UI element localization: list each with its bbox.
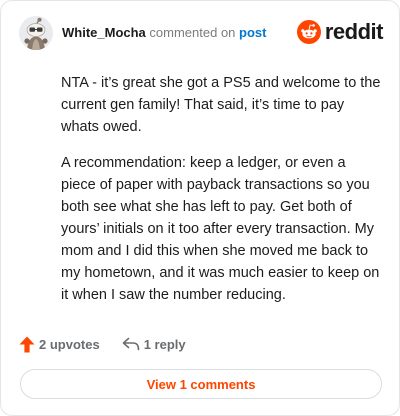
comment-embed-card: White_Mocha commented on post reddit NTA… [0,0,400,416]
upvote-arrow-icon [19,336,35,352]
comment-actions: 2 upvotes 1 reply [19,333,186,355]
reply-arrow-icon [122,337,139,351]
reddit-logo-icon [296,20,321,44]
upvote-count: 2 upvotes [39,336,100,352]
snoo-avatar[interactable] [19,16,53,50]
reddit-logo[interactable]: reddit [296,19,384,44]
upvote-button[interactable]: 2 upvotes [19,336,100,353]
comment-paragraph: NTA - it’s great she got a PS5 and welco… [61,75,381,135]
reddit-wordmark: reddit [324,19,384,44]
reply-button[interactable]: 1 reply [122,337,186,352]
comment-byline: White_Mocha commented on post [62,24,267,42]
view-comments-button[interactable]: View 1 comments [20,369,382,399]
comment-body: NTA - it’s great she got a PS5 and welco… [61,72,381,320]
reply-count: 1 reply [143,336,186,352]
author-link[interactable]: White_Mocha [62,25,146,40]
post-link[interactable]: post [239,25,266,40]
snoo-avatar-icon [19,16,53,50]
comment-paragraph: A recommendation: keep a ledger, or even… [61,155,380,303]
byline-action-text: commented on [149,25,236,40]
